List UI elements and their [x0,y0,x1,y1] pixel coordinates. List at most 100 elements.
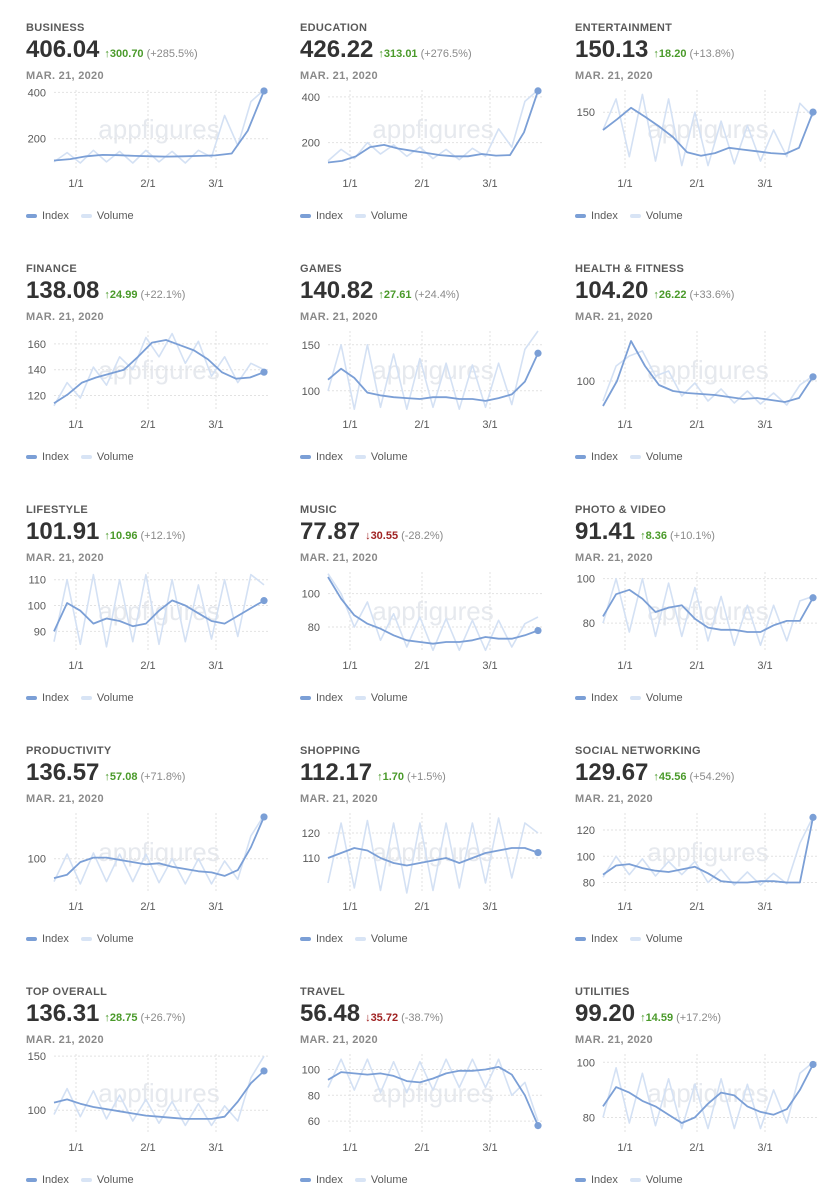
change-value: 30.55 [370,530,399,542]
legend-volume-label[interactable]: Volume [371,210,408,222]
change-percent: (+1.5%) [407,771,446,783]
latest-index-point [260,368,268,376]
legend-index-label[interactable]: Index [591,1174,618,1186]
legend-volume-label[interactable]: Volume [97,692,134,704]
latest-index-point [260,87,268,95]
y-tick-label: 120 [577,825,595,837]
chart-entertainment: appfigures 150 1/1 2/1 3/1 [577,90,817,190]
date-label: MAR. 21, 2020 [26,70,104,82]
change-percent: (-28.2%) [401,530,444,542]
x-tick-label: 2/1 [414,901,429,913]
appfigures-watermark: appfigures [647,596,768,626]
legend-volume-label[interactable]: Volume [646,692,683,704]
legend-index-label[interactable]: Index [42,451,69,463]
category-title: SOCIAL NETWORKING [575,745,701,757]
x-tick-label: 1/1 [617,1142,632,1154]
value-row: 138.08 ↑24.99 (+22.1%) [26,277,185,305]
x-tick-label: 2/1 [140,901,155,913]
legend-volume-label[interactable]: Volume [371,1174,408,1186]
legend-index-label[interactable]: Index [316,451,343,463]
chart-photo-and-video: appfigures 80 100 1/1 2/1 3/1 [577,572,817,672]
category-title: BUSINESS [26,22,85,34]
volume-swatch-icon [80,696,92,701]
volume-swatch-icon [354,937,366,942]
legend-index-label[interactable]: Index [316,692,343,704]
index-value: 99.20 [575,1000,636,1027]
legend-volume-label[interactable]: Volume [97,1174,134,1186]
latest-index-point [809,594,817,602]
change-percent: (+17.2%) [676,1012,722,1024]
change-percent: (+33.6%) [689,289,735,301]
x-tick-label: 2/1 [414,660,429,672]
latest-index-point [534,626,542,635]
legend: Index Volume [575,1174,683,1186]
x-tick-label: 1/1 [68,1142,83,1154]
legend-volume-label[interactable]: Volume [97,210,134,222]
legend-index-label[interactable]: Index [591,933,618,945]
volume-swatch-icon [354,1178,366,1183]
legend-index-label[interactable]: Index [316,933,343,945]
value-row: 56.48 ↓35.72 (-38.7%) [300,1000,443,1028]
x-tick-label: 2/1 [689,1142,704,1154]
legend-volume-label[interactable]: Volume [371,692,408,704]
category-title: EDUCATION [300,22,368,34]
x-tick-label: 1/1 [342,660,357,672]
category-title: PHOTO & VIDEO [575,504,667,516]
category-title: TOP OVERALL [26,986,108,998]
index-value: 426.22 [300,36,374,63]
value-row: 406.04 ↑300.70 (+285.5%) [26,36,198,64]
change-percent: (+285.5%) [146,48,198,60]
index-swatch-icon [575,937,586,942]
legend-index-label[interactable]: Index [316,210,343,222]
volume-series-line [327,1058,539,1122]
volume-swatch-icon [629,696,641,701]
legend-index-label[interactable]: Index [42,1174,69,1186]
legend: Index Volume [575,210,683,222]
panel-photo-and-video: PHOTO & VIDEO 91.41 ↑8.36 (+10.1%) MAR. 21, … [575,482,837,718]
legend-volume-label[interactable]: Volume [646,1174,683,1186]
legend-index-label[interactable]: Index [591,451,618,463]
appfigures-watermark: appfigures [647,114,768,144]
legend: Index Volume [300,210,408,222]
appfigures-watermark: appfigures [372,114,493,144]
legend-volume-label[interactable]: Volume [97,933,134,945]
value-row: 140.82 ↑27.61 (+24.4%) [300,277,459,305]
latest-index-point [534,349,542,357]
index-value: 129.67 [575,759,649,786]
change-value: 24.99 [109,289,138,301]
legend-volume-label[interactable]: Volume [371,933,408,945]
x-tick-label: 3/1 [757,1142,772,1154]
index-value: 77.87 [300,518,361,545]
index-swatch-icon [300,455,311,460]
y-tick-label: 110 [302,853,320,865]
y-tick-label: 100 [302,1064,320,1076]
legend-index-label[interactable]: Index [42,692,69,704]
index-swatch-icon [300,696,311,701]
legend-index-label[interactable]: Index [591,692,618,704]
legend-index-label[interactable]: Index [591,210,618,222]
legend: Index Volume [26,1174,134,1186]
legend-volume-label[interactable]: Volume [97,451,134,463]
date-label: MAR. 21, 2020 [300,1034,378,1046]
legend-index-label[interactable]: Index [42,210,69,222]
legend-volume-label[interactable]: Volume [646,451,683,463]
y-tick-label: 80 [583,878,595,890]
index-swatch-icon [300,214,311,219]
chart-education: appfigures 200 400 1/1 2/1 3/1 [302,87,542,190]
category-title: FINANCE [26,263,77,275]
volume-swatch-icon [629,937,641,942]
legend-volume-label[interactable]: Volume [371,451,408,463]
legend-volume-label[interactable]: Volume [646,210,683,222]
y-tick-label: 200 [28,134,46,146]
y-tick-label: 100 [577,574,595,586]
change-value: 313.01 [383,48,418,60]
y-tick-label: 100 [577,851,595,863]
index-value: 112.17 [300,759,373,786]
x-tick-label: 1/1 [68,901,83,913]
legend-index-label[interactable]: Index [316,1174,343,1186]
legend-index-label[interactable]: Index [42,933,69,945]
change-percent: (+12.1%) [140,530,186,542]
legend-volume-label[interactable]: Volume [646,933,683,945]
y-tick-label: 60 [308,1116,320,1128]
index-value: 138.08 [26,277,100,304]
